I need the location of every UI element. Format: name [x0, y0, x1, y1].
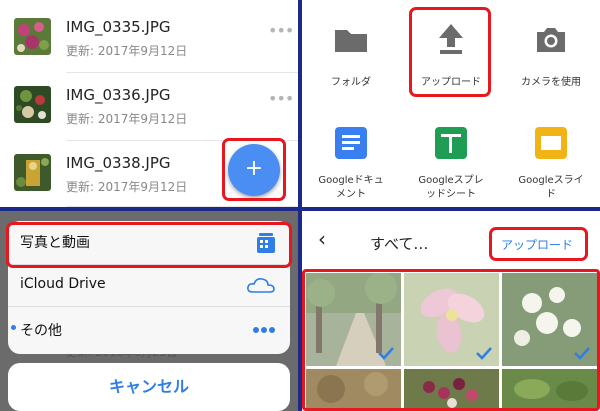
- add-fab-button[interactable]: +: [228, 144, 280, 196]
- sheet-item-icloud-drive[interactable]: iCloud Drive: [8, 265, 290, 307]
- more-options-icon[interactable]: •••: [268, 21, 294, 40]
- photo-thumbnail[interactable]: [502, 273, 597, 366]
- menu-item-label: Googleスプレ ッドシート: [418, 175, 484, 200]
- folder-icon: [335, 30, 367, 52]
- upload-icon: [439, 24, 463, 54]
- menu-item-label: フォルダ: [331, 77, 371, 88]
- album-title: すべて…: [370, 235, 429, 253]
- menu-item-label: カメラを使用: [521, 77, 581, 88]
- file-name: IMG_0336.JPG: [66, 86, 171, 104]
- file-list-panel: IMG_0335.JPG 更新: 2017年9月12日 ••• IMG_0336…: [0, 0, 298, 207]
- menu-item-upload[interactable]: アップロード: [406, 0, 496, 100]
- upload-button[interactable]: アップロード: [501, 236, 573, 253]
- photo-thumbnail[interactable]: [404, 369, 499, 411]
- file-row[interactable]: IMG_0336.JPG 更新: 2017年9月12日 •••: [0, 72, 298, 138]
- google-sheets-icon: [435, 127, 467, 159]
- file-date: 更新: 2017年9月12日: [66, 44, 188, 58]
- photo-library-icon: [257, 233, 275, 253]
- menu-item-camera[interactable]: カメラを使用: [506, 0, 596, 100]
- selected-check-icon: [574, 347, 590, 360]
- sheet-item-photos[interactable]: 写真と動画: [8, 221, 290, 265]
- selected-check-icon: [378, 347, 394, 360]
- file-date: 更新: 2017年9月12日: [66, 112, 188, 126]
- file-thumbnail: [14, 18, 51, 55]
- menu-item-google-sheets[interactable]: Googleスプレ ッドシート: [406, 110, 496, 205]
- back-chevron-icon[interactable]: ‹: [318, 227, 326, 251]
- more-icon: [253, 327, 275, 333]
- source-action-sheet-panel: 更新: 2016年6月23日 写真と動画 iCloud Drive その他: [0, 211, 298, 411]
- photo-picker-panel: ‹ すべて… アップロード: [302, 211, 600, 411]
- google-slides-icon: [535, 127, 567, 159]
- menu-item-label: アップロード: [421, 77, 481, 88]
- sheet-item-other[interactable]: その他: [8, 307, 290, 354]
- file-thumbnail: [14, 154, 51, 191]
- menu-item-label: Googleドキュ メント: [318, 175, 384, 200]
- source-action-sheet: 写真と動画 iCloud Drive その他: [8, 221, 290, 354]
- sheet-item-label: iCloud Drive: [20, 276, 106, 292]
- row-divider: [66, 206, 298, 207]
- new-item-menu: フォルダ アップロード カメラを使用 Googleドキュ メント Googleス…: [302, 0, 600, 207]
- photo-thumbnail[interactable]: [306, 369, 401, 411]
- file-row[interactable]: IMG_0335.JPG 更新: 2017年9月12日 •••: [0, 4, 298, 70]
- file-name: IMG_0335.JPG: [66, 18, 171, 36]
- menu-item-label: Googleスライド: [518, 175, 584, 200]
- cloud-icon: [247, 278, 275, 293]
- menu-item-google-docs[interactable]: Googleドキュ メント: [306, 110, 396, 205]
- file-name: IMG_0338.JPG: [66, 154, 171, 172]
- sheet-item-label: 写真と動画: [20, 235, 90, 251]
- google-docs-icon: [335, 127, 367, 159]
- photo-thumbnail[interactable]: [306, 273, 401, 366]
- file-date: 更新: 2017年9月12日: [66, 180, 188, 194]
- file-thumbnail: [14, 86, 51, 123]
- selected-check-icon: [476, 347, 492, 360]
- photo-thumbnail[interactable]: [502, 369, 597, 411]
- unread-dot-icon: [11, 325, 16, 330]
- more-options-icon[interactable]: •••: [268, 89, 294, 108]
- menu-item-folder[interactable]: フォルダ: [306, 0, 396, 100]
- photo-thumbnail[interactable]: [404, 273, 499, 366]
- menu-item-google-slides[interactable]: Googleスライド: [506, 110, 596, 205]
- camera-icon: [537, 28, 565, 52]
- sheet-item-label: その他: [20, 323, 62, 339]
- cancel-button[interactable]: キャンセル: [8, 363, 290, 411]
